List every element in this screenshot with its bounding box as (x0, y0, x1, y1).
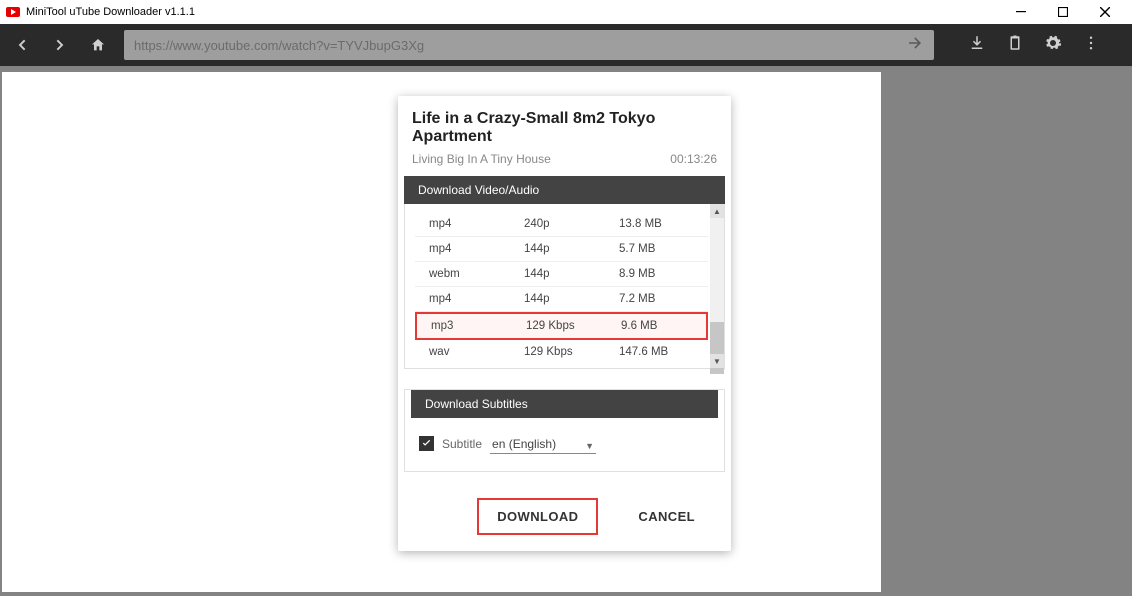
subtitle-section: Download Subtitles Subtitle en (English)… (404, 389, 725, 472)
format-quality: 129 Kbps (526, 320, 621, 332)
go-button[interactable] (906, 34, 924, 57)
format-row[interactable]: mp3129 Kbps9.6 MB (415, 312, 708, 340)
download-button[interactable]: DOWNLOAD (477, 498, 598, 535)
maximize-button[interactable] (1042, 0, 1084, 24)
scroll-up-button[interactable]: ▲ (710, 204, 724, 218)
format-fmt: wav (429, 346, 524, 358)
format-fmt: mp4 (429, 293, 524, 305)
back-button[interactable] (10, 33, 34, 57)
subtitles-header: Download Subtitles (411, 390, 718, 418)
url-input[interactable] (134, 38, 906, 53)
format-size: 147.6 MB (619, 346, 694, 358)
home-button[interactable] (86, 33, 110, 57)
app-icon (6, 7, 20, 17)
close-button[interactable] (1084, 0, 1126, 24)
subtitle-checkbox[interactable] (419, 436, 434, 451)
format-size: 7.2 MB (619, 293, 694, 305)
format-quality: 129 Kbps (524, 346, 619, 358)
format-quality: 144p (524, 293, 619, 305)
video-audio-header: Download Video/Audio (404, 176, 725, 204)
content-area: Life in a Crazy-Small 8m2 Tokyo Apartmen… (0, 66, 1132, 596)
app-title: MiniTool uTube Downloader v1.1.1 (26, 6, 195, 18)
clipboard-icon[interactable] (1006, 34, 1024, 57)
format-row[interactable]: webm144p8.9 MB (415, 262, 708, 287)
toolbar (0, 24, 1132, 66)
format-row[interactable]: wav129 Kbps147.6 MB (415, 340, 708, 364)
download-icon[interactable] (968, 34, 986, 57)
scroll-down-button[interactable]: ▼ (710, 354, 724, 368)
format-row[interactable]: mp4240p13.8 MB (415, 212, 708, 237)
format-quality: 144p (524, 243, 619, 255)
format-size: 9.6 MB (621, 320, 692, 332)
format-quality: 240p (524, 218, 619, 230)
format-fmt: mp4 (429, 218, 524, 230)
video-title: Life in a Crazy-Small 8m2 Tokyo Apartmen… (398, 110, 731, 152)
settings-icon[interactable] (1044, 34, 1062, 57)
format-size: 13.8 MB (619, 218, 694, 230)
format-row[interactable]: mp4144p7.2 MB (415, 287, 708, 312)
download-dialog: Life in a Crazy-Small 8m2 Tokyo Apartmen… (398, 96, 731, 551)
channel-name: Living Big In A Tiny House (412, 152, 551, 166)
format-list: ▲ ▼ mp4240p13.8 MBmp4144p5.7 MBwebm144p8… (404, 204, 725, 369)
subtitle-label: Subtitle (442, 437, 482, 451)
format-row[interactable]: mp4144p5.7 MB (415, 237, 708, 262)
subtitle-language-select[interactable]: en (English) (490, 435, 596, 454)
video-duration: 00:13:26 (670, 152, 717, 166)
format-fmt: mp3 (431, 320, 526, 332)
forward-button[interactable] (48, 33, 72, 57)
scrollbar[interactable]: ▲ ▼ (710, 204, 724, 368)
title-bar: MiniTool uTube Downloader v1.1.1 (0, 0, 1132, 24)
format-fmt: mp4 (429, 243, 524, 255)
minimize-button[interactable] (1000, 0, 1042, 24)
more-icon[interactable] (1082, 34, 1100, 57)
format-fmt: webm (429, 268, 524, 280)
cancel-button[interactable]: CANCEL (620, 498, 713, 535)
url-bar (124, 30, 934, 60)
format-size: 8.9 MB (619, 268, 694, 280)
format-quality: 144p (524, 268, 619, 280)
format-size: 5.7 MB (619, 243, 694, 255)
